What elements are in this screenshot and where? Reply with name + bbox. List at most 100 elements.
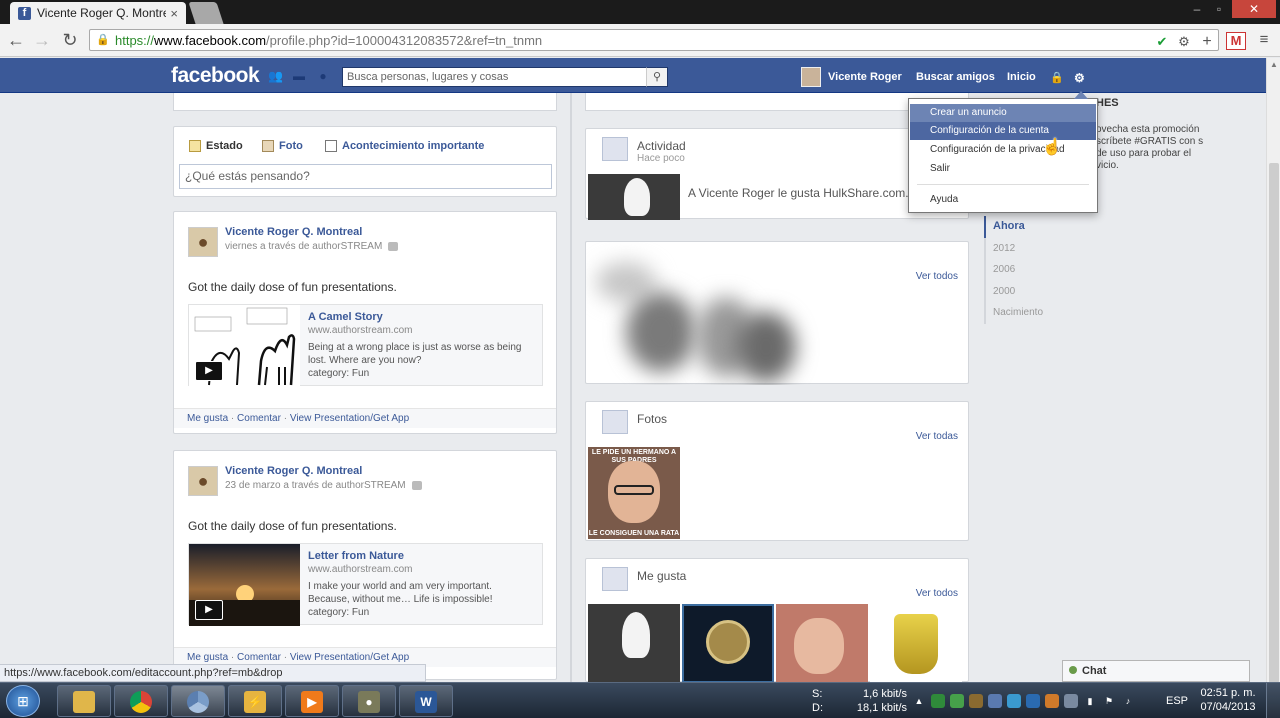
forward-button[interactable]: → [32,30,52,50]
like-link[interactable]: Me gusta [187,652,228,663]
gmail-icon[interactable]: M [1226,32,1246,50]
activity-page-link[interactable]: HulkShare.com. [823,186,908,200]
hulkshare-thumbnail[interactable] [588,174,680,220]
liked-page-thumbnail[interactable] [682,604,774,683]
audience-icon[interactable] [388,241,399,251]
app-link[interactable]: View Presentation/Get App [290,413,409,424]
shared-link-card[interactable]: ▶ A Camel Story www.authorstream.com Bei… [188,304,543,387]
taskbar-word-button[interactable]: W [399,685,453,717]
tray-app-icon[interactable] [950,694,964,708]
post-author[interactable]: Vicente Roger Q. Montreal [225,226,362,238]
year-item[interactable]: 2012 [986,238,1064,260]
address-bar[interactable]: 🔒 https://www.facebook.com/profile.php?i… [89,29,1219,51]
year-item[interactable]: 2000 [986,281,1064,303]
tray-expand-icon[interactable]: ▲ [912,694,926,708]
taskbar-clock[interactable]: 02:51 p. m. 07/04/2013 [1196,686,1260,714]
menu-item-logout[interactable]: Salir [910,160,1096,178]
facebook-logo[interactable]: facebook [171,64,260,88]
page-scrollbar[interactable]: ▲ [1266,58,1280,683]
browser-tab-active[interactable]: f Vicente Roger Q. Montrea × [10,2,186,24]
post-author[interactable]: Vicente Roger Q. Montreal [225,465,362,477]
tab-photo[interactable]: Foto [262,140,303,152]
tray-app-icon[interactable] [1064,694,1078,708]
avatar[interactable]: ● [188,227,218,257]
app-link[interactable]: View Presentation/Get App [290,652,409,663]
post-time[interactable]: 23 de marzo a través de authorSTREAM [225,480,406,491]
messages-icon[interactable]: ▬ [292,69,306,83]
window-minimize-button[interactable]: – [1186,0,1208,18]
taskbar-app-button[interactable]: ⚡ [228,685,282,717]
photos-see-all-link[interactable]: Ver todas [916,431,958,442]
tray-app-icon[interactable] [1007,694,1021,708]
taskbar-media-button[interactable]: ▶ [285,685,339,717]
comment-link[interactable]: Comentar [237,413,281,424]
menu-item-create-ad[interactable]: Crear un anuncio [910,104,1096,122]
search-icon[interactable]: ⚲ [646,67,668,87]
activity-title[interactable]: Actividad [637,139,686,153]
year-item[interactable]: Ahora [984,216,1064,238]
scrollbar-thumb[interactable] [1269,163,1279,683]
sidebar-ad-title[interactable]: HES [1096,97,1119,109]
status-input[interactable]: ¿Qué estás pensando? [179,164,552,189]
friends-see-all-link[interactable]: Ver todos [916,271,958,282]
find-friends-link[interactable]: Buscar amigos [916,71,995,83]
window-close-button[interactable]: ✕ [1232,0,1276,18]
menu-item-help[interactable]: Ayuda [910,191,1096,209]
play-icon[interactable]: ▶ [195,600,223,620]
taskbar-app-button[interactable]: ● [342,685,396,717]
extension-plus-icon[interactable]: + [1198,34,1216,50]
liked-page-thumbnail[interactable] [776,604,868,683]
shared-link-thumbnail[interactable]: ▶ [189,305,300,387]
translate-icon[interactable]: ⚙ [1175,34,1193,50]
photo-thumbnail[interactable]: LE PIDE UN HERMANO A SUS PADRES LE CONSI… [588,447,680,539]
new-tab-button[interactable] [188,2,224,24]
audience-icon[interactable] [411,480,422,490]
notifications-globe-icon[interactable]: ● [316,69,330,83]
chrome-menu-icon[interactable]: ≡ [1256,32,1272,48]
privacy-shortcuts-icon[interactable]: 🔒 [1050,71,1064,84]
taskbar-explorer-button[interactable] [57,685,111,717]
start-button[interactable]: ⊞ [6,685,40,717]
year-item[interactable]: 2006 [986,259,1064,281]
friend-requests-icon[interactable]: 👥 [268,69,283,83]
scroll-up-icon[interactable]: ▲ [1267,58,1280,72]
tab-life-event[interactable]: Acontecimiento importante [325,140,484,152]
profile-link[interactable]: Vicente Roger [828,71,902,83]
liked-page-thumbnail[interactable] [870,604,962,683]
search-input[interactable]: Busca personas, lugares y cosas [342,67,668,87]
tray-app-icon[interactable] [931,694,945,708]
chat-bar[interactable]: Chat [1062,660,1250,682]
show-desktop-button[interactable] [1266,683,1280,718]
play-icon[interactable]: ▶ [195,361,223,381]
window-maximize-button[interactable]: ▫ [1208,0,1230,18]
like-link[interactable]: Me gusta [187,413,228,424]
taskbar-chrome-active-button[interactable] [171,685,225,717]
flag-icon[interactable]: ⚑ [1102,694,1116,708]
shared-link-title[interactable]: A Camel Story [308,311,383,323]
photos-title[interactable]: Fotos [637,412,667,426]
security-ok-icon[interactable]: ✔ [1153,34,1171,50]
menu-item-privacy-settings[interactable]: Configuración de la privacidad [910,141,1096,159]
shared-link-thumbnail[interactable]: ▶ [189,544,300,626]
avatar[interactable] [801,67,821,87]
back-button[interactable]: ← [6,30,26,50]
home-link[interactable]: Inicio [1007,71,1036,83]
volume-icon[interactable]: ♪ [1121,694,1135,708]
tab-status[interactable]: Estado [189,140,243,152]
tab-close-icon[interactable]: × [170,6,178,21]
tray-app-icon[interactable] [1045,694,1059,708]
likes-see-all-link[interactable]: Ver todos [916,588,958,599]
shared-link-card[interactable]: ▶ Letter from Nature www.authorstream.co… [188,543,543,626]
liked-page-thumbnail[interactable] [588,604,680,683]
input-language-indicator[interactable]: ESP [1166,695,1188,707]
likes-title[interactable]: Me gusta [637,569,686,583]
network-signal-icon[interactable]: ▮ [1083,694,1097,708]
comment-link[interactable]: Comentar [237,652,281,663]
post-time[interactable]: viernes a través de authorSTREAM [225,241,382,252]
tray-app-icon[interactable] [969,694,983,708]
taskbar-chrome-button[interactable] [114,685,168,717]
tray-app-icon[interactable] [988,694,1002,708]
reload-button[interactable]: ↻ [60,30,80,50]
shared-link-title[interactable]: Letter from Nature [308,550,404,562]
menu-item-account-settings[interactable]: Configuración de la cuenta [910,122,1096,140]
